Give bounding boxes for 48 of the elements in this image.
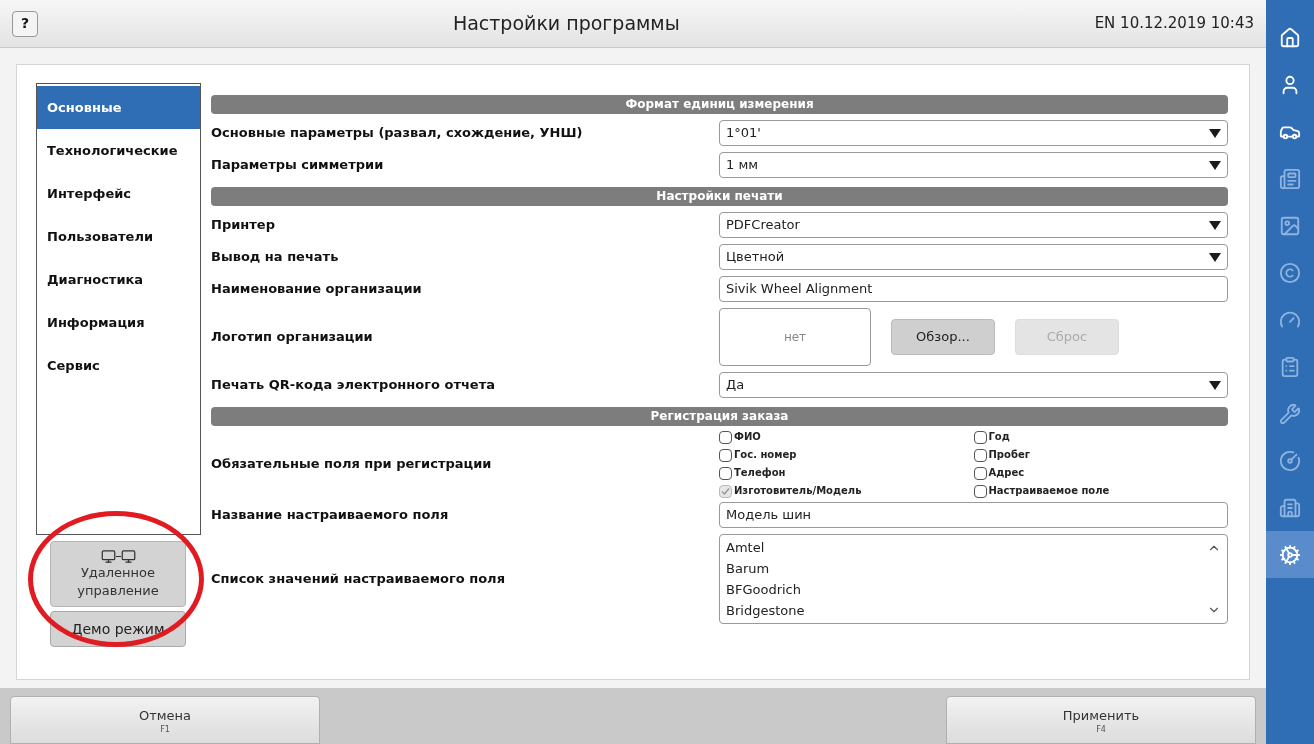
list-item[interactable]: Barum (726, 558, 1207, 579)
text-field[interactable]: Модель шин (719, 502, 1228, 528)
dropdown[interactable]: PDFCreator (719, 212, 1228, 238)
checkbox-label: Настраиваемое поле (988, 484, 1110, 498)
dropdown[interactable]: Цветной (719, 244, 1228, 270)
field-label: Наименование организации (211, 280, 423, 299)
button[interactable]: Обзор... (891, 319, 995, 355)
sidebar-item[interactable]: Диагностика (37, 258, 200, 301)
text-field[interactable]: Sivik Wheel Alignment (719, 276, 1228, 302)
help-button[interactable]: ? (12, 10, 38, 37)
window-title: Настройки программы (451, 11, 681, 37)
field-label: Основные параметры (развал, схождение, УНШ) (211, 124, 584, 143)
footer-button[interactable]: Применить F4 (946, 696, 1256, 744)
sidebar-item[interactable]: Пользователи (37, 215, 200, 258)
field-label: Вывод на печать (211, 248, 340, 267)
sidebar-item[interactable]: Информация (37, 301, 200, 344)
checkbox-label: ФИО (734, 430, 761, 444)
field-label: Печать QR-кода электронного отчета (211, 376, 496, 395)
field-label: Логотип организации (211, 328, 374, 347)
list-item[interactable]: Amtel (726, 537, 1207, 558)
dropdown[interactable]: 1°01' (719, 120, 1228, 146)
checkbox-label: Год (988, 430, 1010, 444)
checkbox-label: Гос. номер (734, 448, 797, 462)
sidebar-item[interactable]: Сервис (37, 344, 200, 387)
dropdown[interactable]: Да (719, 372, 1228, 398)
remote-control-button[interactable]: Удаленное управление (50, 541, 186, 607)
section-header: Регистрация заказа (211, 407, 1228, 426)
checkbox-label: Телефон (734, 466, 786, 480)
section-header: Формат единиц измерения (211, 95, 1228, 114)
list-box[interactable]: Amtel Barum BFGoodrich Bridgestone (719, 534, 1228, 624)
list-item[interactable]: Bridgestone (726, 600, 1207, 621)
status-datetime: EN 10.12.2019 10:43 (1094, 13, 1254, 35)
checkbox-label: Адрес (988, 466, 1025, 480)
field-label: Принтер (211, 216, 276, 235)
list-item[interactable]: BFGoodrich (726, 579, 1207, 600)
field-label: Обязательные поля при регистрации (211, 455, 493, 474)
footer-button[interactable]: Отмена F1 (10, 696, 320, 744)
field-label: Параметры симметрии (211, 156, 385, 175)
field-label: Список значений настраиваемого поля (211, 570, 506, 589)
checkbox-label: Пробег (988, 448, 1030, 462)
dropdown[interactable]: 1 мм (719, 152, 1228, 178)
field-label: Название настраиваемого поля (211, 506, 450, 525)
logo-preview: нет (719, 308, 871, 366)
sidebar-item[interactable]: Интерфейс (37, 172, 200, 215)
checkbox-label: Изготовитель/Модель (734, 484, 862, 498)
sidebar-item[interactable]: Технологические (37, 129, 200, 172)
section-header: Настройки печати (211, 187, 1228, 206)
sidebar-item[interactable]: Основные (37, 86, 200, 129)
